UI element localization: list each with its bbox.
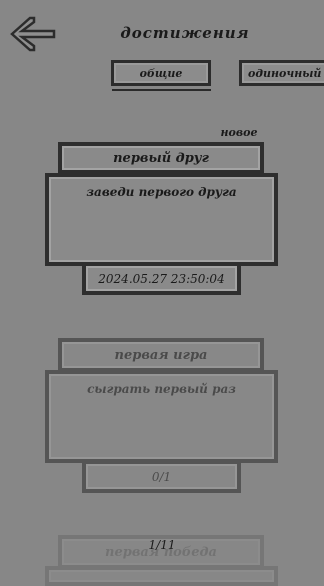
achievement-progress: 0/1 [82,460,241,493]
achievement-description [45,566,278,586]
selected-tab-indicator [112,89,211,91]
page-indicator: 1/11 [148,538,176,552]
achievement-unlock-date: 2024.05.27 23:50:04 [82,262,241,295]
page-title: достижения [120,24,250,42]
achievement-title: первая игра [58,338,264,372]
achievement-description: заведи первого друга [45,173,278,266]
arrow-left-icon [10,16,56,52]
back-button[interactable] [10,14,56,54]
achievement-title: первый друг [58,142,264,174]
tab-label: одиночный [248,66,322,80]
new-badge: новое [220,125,258,139]
tab-general[interactable]: общие [111,60,211,86]
tab-label: общие [139,66,183,80]
tab-single[interactable]: одиночный [239,60,324,86]
achievement-description: сыграть первый раз [45,370,278,463]
